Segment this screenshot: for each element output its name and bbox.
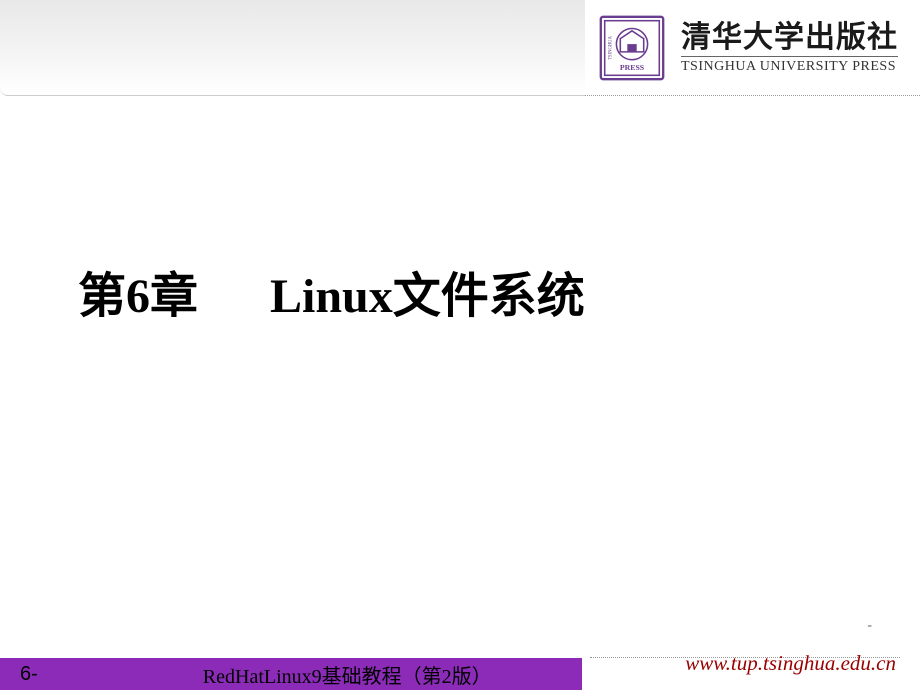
publisher-area: PRESS TSINGHUA 清华大学出版社 TSINGHUA UNIVERSI…: [585, 0, 920, 96]
book-title: RedHatLinux9基础教程（第2版）: [203, 660, 492, 689]
svg-text:PRESS: PRESS: [620, 62, 644, 71]
slide-header: PRESS TSINGHUA 清华大学出版社 TSINGHUA UNIVERSI…: [0, 0, 920, 96]
footer-decoration-mark: -: [867, 618, 872, 634]
page-number: 6-: [20, 663, 38, 686]
footer-purple-bar: 6- RedHatLinux9基础教程（第2版）: [0, 658, 582, 690]
svg-text:TSINGHUA: TSINGHUA: [609, 35, 614, 59]
tsinghua-seal-icon: PRESS TSINGHUA: [593, 9, 671, 87]
publisher-url: www.tup.tsinghua.edu.cn: [685, 651, 896, 676]
chapter-title: 第6章 Linux文件系统: [78, 256, 920, 326]
header-gradient-area: [0, 0, 585, 96]
slide-footer: - 6- RedHatLinux9基础教程（第2版） www.tup.tsing…: [0, 658, 920, 690]
publisher-name-chinese: 清华大学出版社: [681, 21, 898, 54]
slide-body: 第6章 Linux文件系统: [0, 96, 920, 326]
publisher-name-english: TSINGHUA UNIVERSITY PRESS: [681, 56, 898, 75]
publisher-text-block: 清华大学出版社 TSINGHUA UNIVERSITY PRESS: [681, 21, 898, 75]
